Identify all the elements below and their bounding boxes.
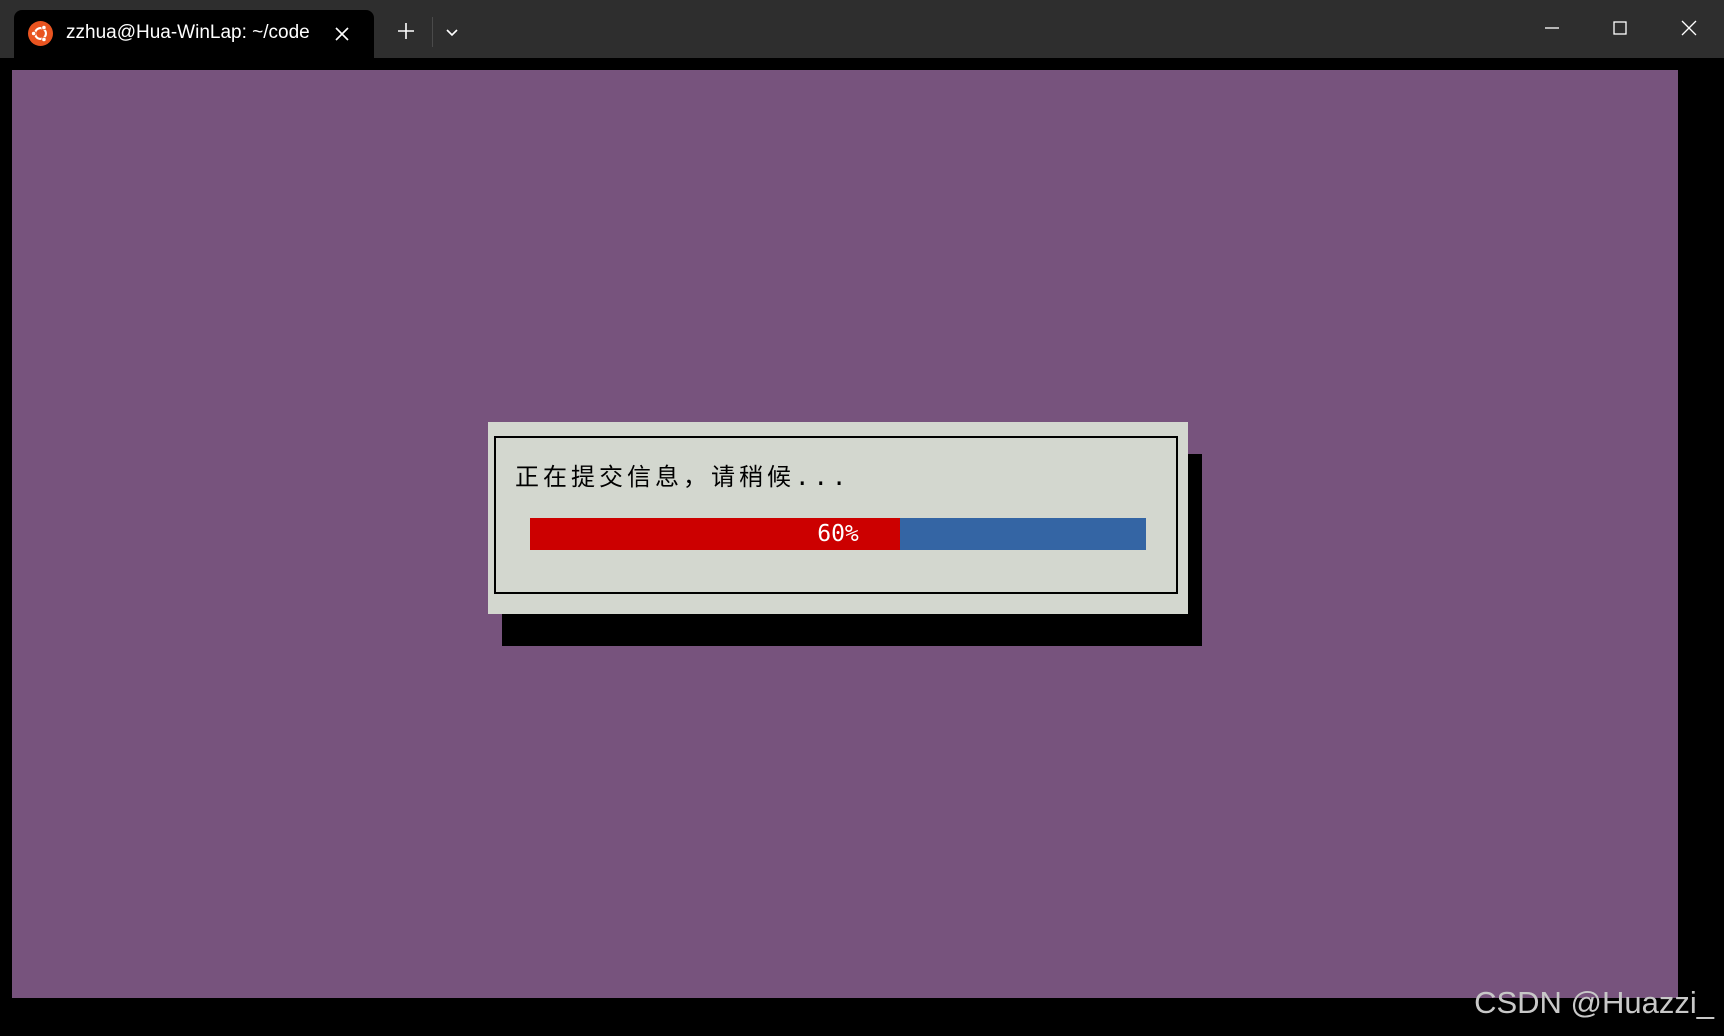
plus-icon[interactable] xyxy=(394,19,418,43)
tab-title: zzhua@Hua-WinLap: ~/code xyxy=(66,22,310,43)
terminal-area[interactable]: 正在提交信息，请稍候... 60% xyxy=(12,70,1678,998)
progress-dialog: 正在提交信息，请稍候... 60% xyxy=(488,422,1188,614)
watermark: CSDN @Huazzi_ xyxy=(1474,985,1714,1020)
close-tab-icon[interactable] xyxy=(330,22,354,46)
progress-bar: 60% xyxy=(530,518,1146,550)
terminal-window: zzhua@Hua-WinLap: ~/code 正在提交信息，请稍候... 6… xyxy=(0,0,1724,1036)
close-icon[interactable] xyxy=(1675,14,1703,42)
tab-terminal[interactable]: zzhua@Hua-WinLap: ~/code xyxy=(14,10,374,58)
dialog-message: 正在提交信息，请稍候... xyxy=(515,463,851,491)
maximize-icon[interactable] xyxy=(1606,14,1634,42)
ubuntu-icon xyxy=(28,21,53,46)
progress-label: 60% xyxy=(817,521,859,547)
title-bar: zzhua@Hua-WinLap: ~/code xyxy=(0,0,1724,58)
minimize-icon[interactable] xyxy=(1538,14,1566,42)
tab-separator xyxy=(432,17,433,47)
chevron-down-icon[interactable] xyxy=(442,22,462,42)
